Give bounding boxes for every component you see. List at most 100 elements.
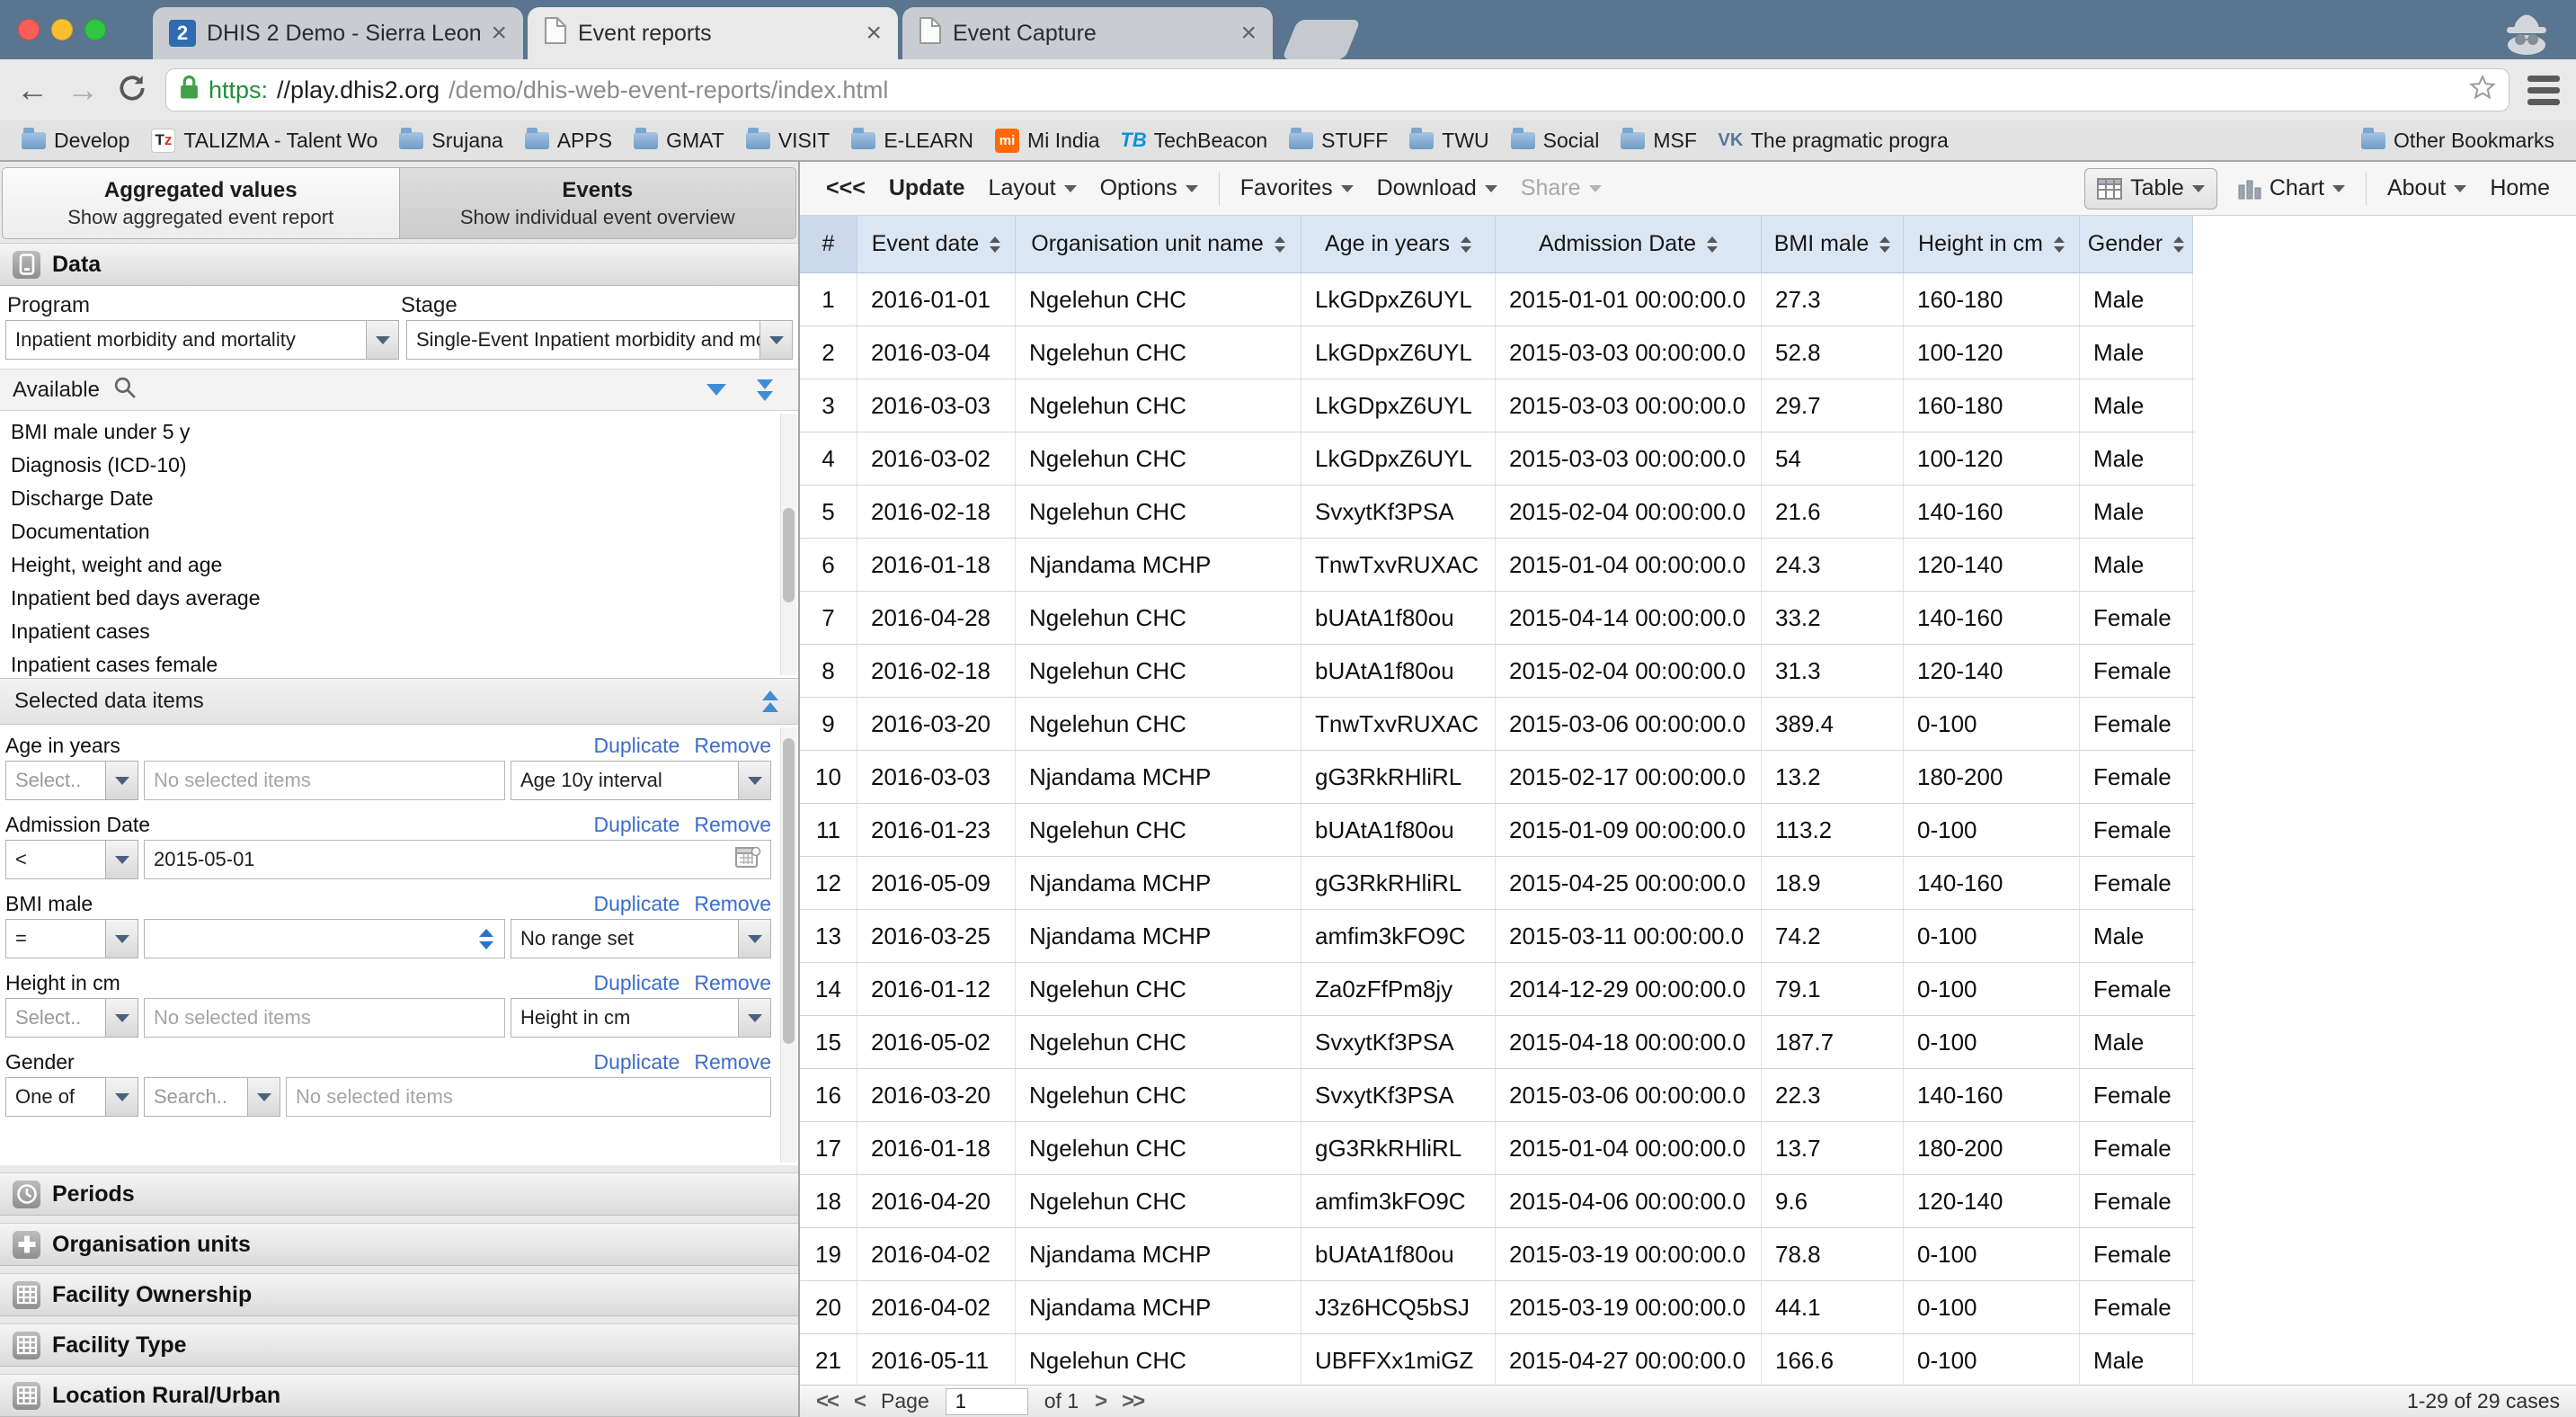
scrollbar-thumb[interactable] [783,508,795,602]
bookmark-srujana[interactable]: Srujana [388,129,513,153]
minimize-window-button[interactable] [51,19,73,40]
close-tab-icon[interactable]: × [491,20,507,47]
accordion-periods[interactable]: Periods [0,1172,798,1216]
table-row[interactable]: 142016-01-12Ngelehun CHCZa0zFfPm8jy2014-… [800,963,2195,1016]
data-section-header[interactable]: Data [0,243,798,286]
column-header-age-in-years[interactable]: Age in years [1301,216,1496,273]
list-item-bmi-male-under-5-y[interactable]: BMI male under 5 y [0,415,798,449]
url-field[interactable]: https://play.dhis2.org/demo/dhis-web-eve… [165,68,2509,111]
operator-select[interactable]: = [5,919,138,958]
close-tab-icon[interactable]: × [1240,20,1257,47]
spinner-buttons[interactable] [479,929,495,949]
move-selected-down-icon[interactable] [706,384,726,396]
chrome-menu-button[interactable] [2527,76,2560,105]
table-row[interactable]: 212016-05-11Ngelehun CHCUBFFXx1miGZ2015-… [800,1334,2195,1385]
duplicate-link[interactable]: Duplicate [593,892,680,916]
date-input[interactable]: 2015-05-01 [144,840,771,879]
table-row[interactable]: 132016-03-25Njandama MCHPamfim3kFO9C2015… [800,910,2195,963]
list-item-diagnosis-icd-10[interactable]: Diagnosis (ICD-10) [0,449,798,482]
accordion-facility-ownership[interactable]: Facility Ownership [0,1273,798,1316]
share-menu[interactable]: Share [1509,175,1613,201]
table-row[interactable]: 122016-05-09Njandama MCHPgG3RkRHliRL2015… [800,857,2195,910]
column-header-item[interactable]: # [800,216,857,273]
bookmark-msf[interactable]: MSF [1610,129,1708,153]
bookmark-mi-india[interactable]: miMi India [984,129,1111,153]
operator-select[interactable]: Select.. [5,761,138,800]
list-item-documentation[interactable]: Documentation [0,515,798,548]
table-row[interactable]: 202016-04-02Njandama MCHPJ3z6HCQ5bSJ2015… [800,1281,2195,1334]
dropdown-arrow-icon[interactable] [105,762,138,799]
scrollbar[interactable] [780,414,796,675]
dropdown-arrow-icon[interactable] [738,920,770,958]
stage-select[interactable]: Single-Event Inpatient morbidity and mor… [406,320,793,360]
interval-select[interactable]: Age 10y interval [511,761,771,800]
table-row[interactable]: 192016-04-02Njandama MCHPbUAtA1f80ou2015… [800,1228,2195,1281]
duplicate-link[interactable]: Duplicate [593,734,680,758]
tab-event-capture[interactable]: Event Capture × [902,7,1273,59]
remove-link[interactable]: Remove [694,1050,771,1074]
scrollbar[interactable] [780,727,796,1163]
close-tab-icon[interactable]: × [866,20,882,47]
next-page-button[interactable]: > [1095,1389,1106,1414]
duplicate-link[interactable]: Duplicate [593,1050,680,1074]
column-header-bmi-male[interactable]: BMI male [1762,216,1904,273]
bookmark-other-bookmarks[interactable]: Other Bookmarks [2350,129,2565,153]
operator-select[interactable]: Select.. [5,998,138,1038]
table-row[interactable]: 152016-05-02Ngelehun CHCSvxytKf3PSA2015-… [800,1016,2195,1069]
operator-select[interactable]: < [5,840,138,879]
duplicate-link[interactable]: Duplicate [593,813,680,837]
filter-input[interactable]: No selected items [286,1077,771,1117]
bookmark-gmat[interactable]: GMAT [623,129,735,153]
dropdown-arrow-icon[interactable] [759,321,792,359]
range-select[interactable]: No range set [511,919,771,958]
table-row[interactable]: 52016-02-18Ngelehun CHCSvxytKf3PSA2015-0… [800,486,2195,539]
search-select[interactable]: Search.. [144,1077,280,1117]
table-row[interactable]: 182016-04-20Ngelehun CHCamfim3kFO9C2015-… [800,1175,2195,1228]
accordion-organisation-units[interactable]: Organisation units [0,1223,798,1266]
column-header-gender[interactable]: Gender [2080,216,2193,273]
table-row[interactable]: 82016-02-18Ngelehun CHCbUAtA1f80ou2015-0… [800,645,2195,698]
list-item-height-weight-and-age[interactable]: Height, weight and age [0,548,798,582]
bookmark-star-icon[interactable] [2469,74,2496,107]
column-header-admission-date[interactable]: Admission Date [1496,216,1762,273]
column-header-event-date[interactable]: Event date [857,216,1016,273]
table-row[interactable]: 22016-03-04Ngelehun CHCLkGDpxZ6UYL2015-0… [800,326,2195,379]
last-page-button[interactable]: >> [1122,1389,1143,1414]
first-page-button[interactable]: << [816,1389,838,1414]
list-item-inpatient-cases[interactable]: Inpatient cases [0,615,798,648]
filter-input[interactable]: No selected items [144,998,505,1038]
zoom-window-button[interactable] [84,19,106,40]
remove-link[interactable]: Remove [694,813,771,837]
options-menu[interactable]: Options [1088,175,1210,201]
list-item-discharge-date[interactable]: Discharge Date [0,482,798,515]
mode-button-aggregated-values[interactable]: Aggregated values Show aggregated event … [2,167,400,239]
bookmark-develop[interactable]: Develop [11,129,140,153]
reload-button[interactable] [117,73,147,108]
forward-button[interactable]: → [67,74,99,106]
bookmark-e-learn[interactable]: E-LEARN [840,129,984,153]
duplicate-link[interactable]: Duplicate [593,971,680,995]
remove-link[interactable]: Remove [694,734,771,758]
dropdown-arrow-icon[interactable] [105,841,138,878]
mode-button-events[interactable]: Events Show individual event overview [400,167,797,239]
table-row[interactable]: 42016-03-02Ngelehun CHCLkGDpxZ6UYL2015-0… [800,432,2195,486]
dropdown-arrow-icon[interactable] [738,762,770,799]
chart-view-button[interactable]: Chart [2226,175,2357,201]
page-input[interactable]: 1 [946,1388,1028,1415]
table-row[interactable]: 112016-01-23Ngelehun CHCbUAtA1f80ou2015-… [800,804,2195,857]
collapse-panel-button[interactable]: <<< [814,175,877,201]
bookmark-techbeacon[interactable]: TBTechBeacon [1111,129,1279,153]
table-row[interactable]: 62016-01-18Njandama MCHPTnwTxvRUXAC2015-… [800,539,2195,592]
scrollbar-thumb[interactable] [783,738,795,1044]
bookmark-the-pragmatic-progra[interactable]: VKThe pragmatic progra [1708,129,1959,153]
bookmark-talizma-talent-wo[interactable]: TzTALIZMA - Talent Wo [140,129,388,153]
table-row[interactable]: 32016-03-03Ngelehun CHCLkGDpxZ6UYL2015-0… [800,379,2195,432]
dropdown-arrow-icon[interactable] [366,321,398,359]
prev-page-button[interactable]: < [854,1389,865,1414]
bookmark-twu[interactable]: TWU [1399,129,1499,153]
program-select[interactable]: Inpatient morbidity and mortality [5,320,399,360]
tab-event-reports[interactable]: Event reports × [528,7,898,59]
dropdown-arrow-icon[interactable] [247,1078,280,1116]
bookmark-apps[interactable]: APPS [514,129,623,153]
move-all-down-icon[interactable] [757,379,773,401]
